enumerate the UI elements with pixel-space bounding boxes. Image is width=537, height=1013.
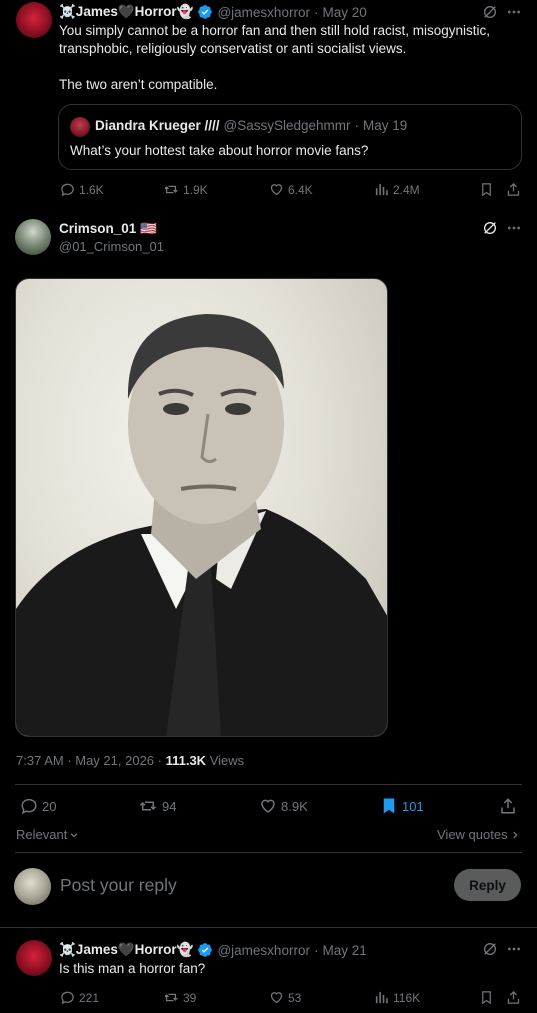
- divider: [15, 852, 522, 853]
- quote-date: May 19: [363, 118, 408, 133]
- bookmark-count: 101: [402, 798, 424, 814]
- share-icon[interactable]: [506, 990, 521, 1005]
- repost-action[interactable]: 1.9K: [163, 182, 208, 197]
- reply-button[interactable]: Reply: [454, 869, 521, 901]
- share-icon[interactable]: [506, 182, 521, 197]
- reply-action[interactable]: 221: [60, 990, 99, 1005]
- post-date[interactable]: May 21: [322, 943, 366, 958]
- reply-count: 1.6K: [79, 182, 104, 197]
- views-action[interactable]: 2.4M: [374, 182, 420, 197]
- reply-action[interactable]: 1.6K: [60, 182, 104, 197]
- views-icon: [374, 990, 389, 1005]
- bookmark-action[interactable]: 101: [380, 797, 424, 815]
- quote-author-name: Diandra Krueger ////: [95, 118, 220, 133]
- heart-icon: [269, 990, 284, 1005]
- quote-author-handle: @SassySledgehmmr: [223, 118, 351, 133]
- repost-action[interactable]: 94: [138, 797, 176, 815]
- reply-action[interactable]: 20: [20, 797, 56, 815]
- portrait-illustration: [16, 314, 387, 736]
- author-handle[interactable]: @01_Crimson_01: [59, 239, 164, 254]
- bookmark-icon[interactable]: [479, 182, 494, 197]
- author-handle[interactable]: @jamesxhorror: [217, 943, 309, 958]
- repost-count: 39: [183, 990, 197, 1005]
- view-quotes-link[interactable]: View quotes: [437, 827, 520, 842]
- divider: [15, 784, 522, 785]
- repost-icon: [163, 182, 179, 197]
- repost-action[interactable]: 39: [163, 990, 196, 1005]
- view-quotes-label: View quotes: [437, 827, 508, 842]
- verified-badge-icon: [197, 4, 213, 20]
- reply-count: 221: [79, 990, 100, 1005]
- author-name[interactable]: Crimson_01 🇺🇸: [59, 221, 157, 237]
- like-count: 53: [288, 990, 302, 1005]
- post-timestamp: 7:37 AM · May 21, 2026 · 111.3K Views: [16, 753, 245, 768]
- quote-text: What’s your hottest take about horror mo…: [70, 143, 369, 158]
- reply-icon: [60, 182, 75, 197]
- verified-badge-icon: [197, 942, 213, 958]
- share-icon[interactable]: [499, 797, 517, 815]
- reply-input[interactable]: Post your reply: [60, 875, 177, 896]
- chevron-down-icon: [69, 830, 79, 840]
- like-action[interactable]: 6.4K: [269, 182, 313, 197]
- views-action[interactable]: 116K: [374, 990, 420, 1005]
- heart-icon: [259, 797, 277, 815]
- like-count: 8.9K: [281, 798, 308, 814]
- author-avatar[interactable]: [16, 2, 52, 38]
- sort-dropdown[interactable]: Relevant: [16, 827, 79, 842]
- divider: [0, 927, 537, 928]
- grok-icon[interactable]: [482, 220, 498, 236]
- post-header: ☠️James🖤Horror👻 @jamesxhorror · May 20: [59, 4, 367, 20]
- author-avatar[interactable]: [16, 940, 52, 976]
- heart-icon: [269, 182, 284, 197]
- repost-icon: [138, 797, 158, 815]
- post-text: Is this man a horror fan?: [59, 961, 206, 976]
- user-avatar[interactable]: [14, 868, 51, 905]
- views-count: 2.4M: [393, 182, 420, 197]
- author-name[interactable]: ☠️James🖤Horror👻: [59, 942, 193, 958]
- quote-author-avatar: [70, 117, 90, 137]
- quoted-post[interactable]: Diandra Krueger //// @SassySledgehmmr · …: [58, 104, 522, 170]
- author-name[interactable]: ☠️James🖤Horror👻: [59, 4, 193, 20]
- views-count: 116K: [393, 990, 421, 1005]
- more-icon[interactable]: [506, 941, 522, 957]
- like-count: 6.4K: [288, 182, 313, 197]
- views-icon: [374, 182, 389, 197]
- like-action[interactable]: 8.9K: [259, 797, 308, 815]
- post-date[interactable]: May 20: [322, 5, 366, 20]
- bookmark-filled-icon: [380, 797, 398, 815]
- author-avatar[interactable]: [15, 219, 51, 255]
- reply-count: 20: [42, 798, 57, 814]
- reply-icon: [20, 797, 38, 815]
- more-icon[interactable]: [506, 4, 522, 20]
- more-icon[interactable]: [506, 220, 522, 236]
- bookmark-icon[interactable]: [479, 990, 494, 1005]
- sort-label: Relevant: [16, 827, 68, 842]
- chevron-right-icon: [510, 830, 520, 840]
- post-header: ☠️James🖤Horror👻 @jamesxhorror · May 21: [59, 942, 367, 958]
- grok-icon[interactable]: [482, 4, 498, 20]
- repost-count: 1.9K: [183, 182, 208, 197]
- repost-icon: [163, 990, 179, 1005]
- grok-icon[interactable]: [482, 941, 498, 957]
- post-photo[interactable]: [15, 278, 388, 737]
- post-text: You simply cannot be a horror fan and th…: [59, 23, 490, 92]
- like-action[interactable]: 53: [269, 990, 301, 1005]
- author-handle[interactable]: @jamesxhorror: [217, 5, 309, 20]
- repost-count: 94: [162, 798, 177, 814]
- reply-icon: [60, 990, 75, 1005]
- views-count: 111.3K: [165, 753, 207, 768]
